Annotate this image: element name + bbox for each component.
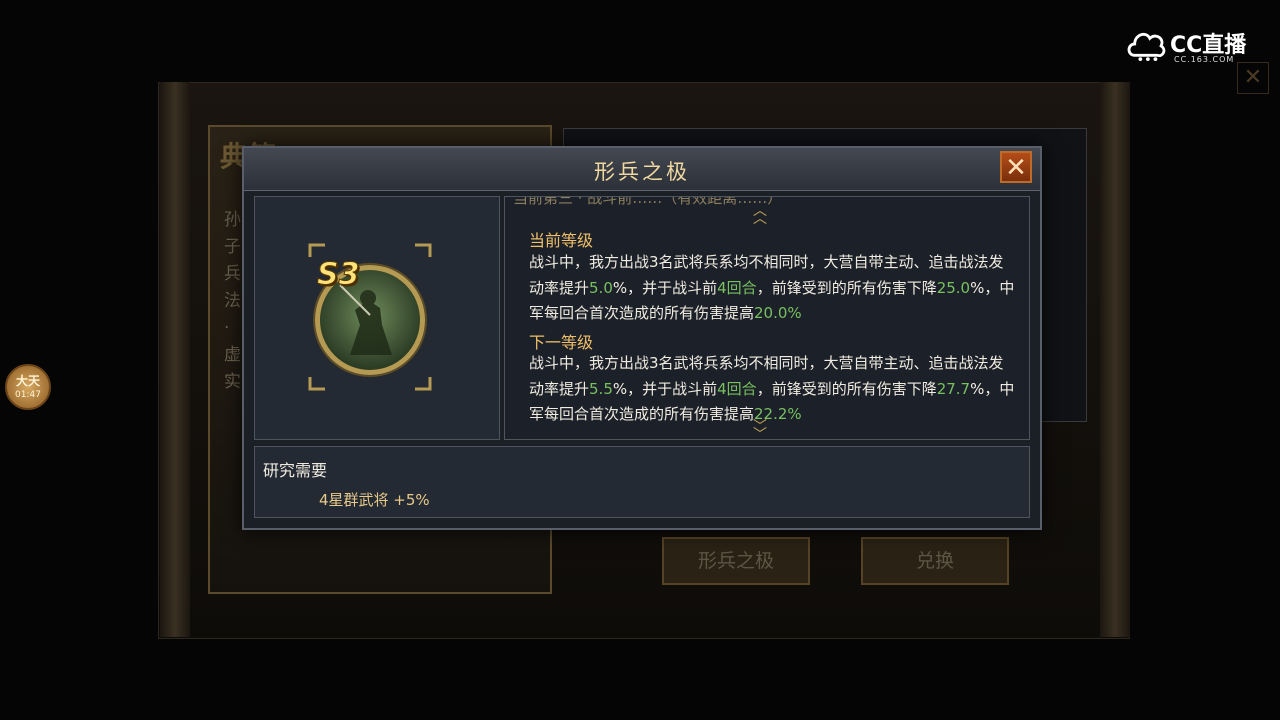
current-level-heading: 当前等级 xyxy=(529,231,594,250)
bubble-title: 大天 xyxy=(15,374,40,388)
floating-bubble[interactable]: 大天 01:47 xyxy=(5,364,51,410)
book-char: 兵 xyxy=(224,264,241,284)
book-char: 虚 xyxy=(224,345,241,365)
book-name-vertical: 孙 子 兵 法 · 虚 实 xyxy=(224,207,244,396)
book-char: 子 xyxy=(224,237,241,257)
book-char: 孙 xyxy=(224,210,241,230)
cc-live-logo: CC直播 CC.163.COM xyxy=(1124,27,1264,67)
scroll-up-icon[interactable]: ︿ ︿ xyxy=(753,204,767,226)
xingbing-button[interactable]: 形兵之极 xyxy=(662,537,810,585)
book-char: 实 xyxy=(224,372,241,392)
next-level-heading: 下一等级 xyxy=(529,333,594,352)
grade-badge: S3 xyxy=(316,257,360,293)
cloud-icon xyxy=(1127,32,1166,61)
next-level-text: 战斗中，我方出战3名武将兵系均不相同时，大营自带主动、追击战法发动率提升5.5%… xyxy=(529,354,1015,423)
dialog-title: 形兵之极 xyxy=(594,160,690,184)
research-requirement-panel: 研究需要 4星群武将 +5% xyxy=(254,446,1030,518)
book-char: 法 xyxy=(224,291,241,311)
tactic-icon-panel: S3 xyxy=(254,196,500,440)
book-char: · xyxy=(224,318,230,338)
dialog-header: 形兵之极 ✕ xyxy=(244,148,1040,191)
medal-frame-icon xyxy=(308,243,432,391)
requirement-heading: 研究需要 xyxy=(263,461,328,480)
right-pillar xyxy=(1100,82,1130,637)
bubble-time: 01:47 xyxy=(15,390,41,400)
scrolled-text-top: 当前第三 · 战斗前……（有效距离……） xyxy=(513,196,783,207)
tactic-detail-dialog: 形兵之极 ✕ S3 当前第三 · 战斗前……（有效距离……） ︿ ︿ 当前等级 战… xyxy=(242,146,1042,530)
tactic-description-panel[interactable]: 当前第三 · 战斗前……（有效距离……） ︿ ︿ 当前等级 战斗中，我方出战3名武… xyxy=(504,196,1030,440)
close-button[interactable]: ✕ xyxy=(1000,151,1032,183)
current-level-text: 战斗中，我方出战3名武将兵系均不相同时，大营自带主动、追击战法发动率提升5.0%… xyxy=(529,253,1015,322)
left-pillar xyxy=(160,82,190,637)
requirement-item: 4星群武将 +5% xyxy=(319,491,430,509)
exchange-button[interactable]: 兑换 xyxy=(861,537,1009,585)
scroll-down-icon[interactable]: ﹀ ﹀ xyxy=(753,420,767,439)
cc-logo-sub: CC.163.COM xyxy=(1174,55,1235,64)
